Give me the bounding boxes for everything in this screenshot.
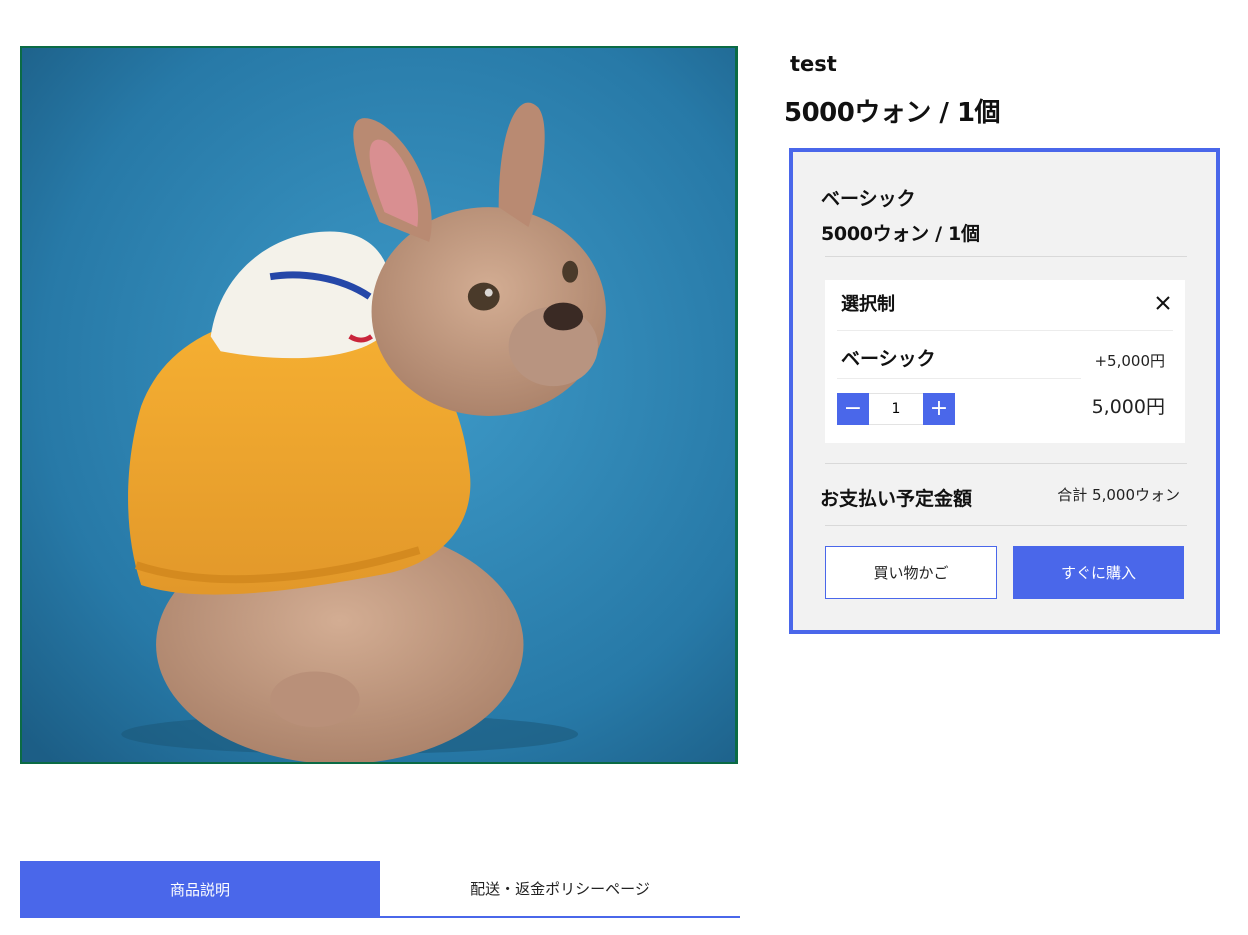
increase-quantity-button[interactable]: + [923,393,955,425]
option-name: ベーシック [821,188,916,210]
quantity-stepper: − + [837,393,955,425]
decrease-quantity-button[interactable]: − [837,393,869,425]
tab-product-description[interactable]: 商品説明 [20,861,380,918]
divider [837,330,1173,331]
option-panel: ベーシック 5000ウォン / 1個 選択制 ベーシック +5,000円 − +… [789,148,1220,634]
selected-option-header: 選択制 [841,294,895,315]
selected-option-card: 選択制 ベーシック +5,000円 − + 5,000円 [825,280,1185,443]
product-price: 5000ウォン / 1個 [784,98,1001,128]
divider [837,378,1081,379]
divider [825,256,1187,257]
option-price: 5000ウォン / 1個 [821,223,980,245]
close-button[interactable] [1151,292,1175,316]
buy-now-button[interactable]: すぐに購入 [1013,546,1184,599]
selected-option-label: ベーシック [841,348,936,370]
tab-shipping-refund-policy[interactable]: 配送・返金ポリシーページ [380,861,740,918]
selected-option-subtotal: 5,000円 [1091,396,1165,418]
selected-option-extra-price: +5,000円 [1094,352,1165,370]
minus-icon: − [843,396,863,421]
add-to-cart-button[interactable]: 買い物かご [825,546,997,599]
product-title: test [790,52,837,76]
divider [825,463,1187,464]
payment-label: お支払い予定金額 [820,488,973,510]
payment-total: 合計 5,000ウォン [1057,486,1180,504]
close-icon [1156,295,1170,310]
dog-photo [22,48,735,762]
plus-icon: + [929,396,949,421]
product-tabs: 商品説明 配送・返金ポリシーページ [20,861,740,918]
divider [825,525,1187,526]
quantity-input[interactable] [869,393,923,425]
product-image [20,46,738,764]
